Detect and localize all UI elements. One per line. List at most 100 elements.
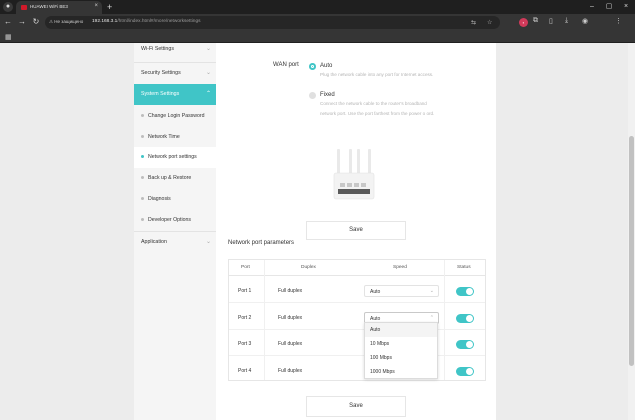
divider [444, 260, 445, 380]
column-header-port: Port [241, 265, 250, 270]
close-tab-icon[interactable]: × [94, 3, 98, 9]
downloads-icon[interactable]: ⤓ [565, 17, 568, 25]
sidebar-subitem-network-port-settings[interactable]: Network port settings [134, 147, 216, 168]
minimize-icon[interactable]: – [585, 1, 599, 13]
sidebar-subitem-label: Change Login Password [148, 113, 205, 119]
sidebar-subitem-label: Diagnosis [148, 196, 171, 202]
reload-icon[interactable]: ↻ [30, 16, 42, 28]
wan-auto-title: Auto [320, 63, 333, 69]
page-viewport: Wi-Fi Settings ⌄ Security Settings ⌄ Sys… [0, 43, 628, 420]
option-label: Auto [370, 327, 381, 333]
option-label: 1000 Mbps [370, 369, 395, 375]
speed-option-10[interactable]: 10 Mbps [365, 337, 437, 351]
browser-tab[interactable]: HUAWEI WiFi BE3 × [16, 1, 102, 14]
bookmark-star-icon[interactable]: ☆ [487, 19, 492, 26]
url-text[interactable]: 192.168.3.1/html/index.html#/more/networ… [92, 19, 201, 24]
bullet-icon [141, 155, 144, 158]
port-name: Port 3 [238, 341, 252, 347]
divider [229, 302, 485, 303]
sidebar-subitem-label: Back up & Restore [148, 175, 192, 181]
back-icon[interactable]: ← [2, 16, 14, 28]
sidebar-subitem-diagnosis[interactable]: Diagnosis [134, 189, 216, 210]
speed-dropdown-menu: Auto 10 Mbps 100 Mbps 1000 Mbps [364, 322, 438, 379]
browser-tab-bar: ● HUAWEI WiFi BE3 × + – ▢ × [0, 0, 635, 14]
duplex-value: Full duplex [278, 368, 303, 374]
toggle-knob [466, 288, 473, 295]
speed-select[interactable]: Auto ⌄ [364, 285, 439, 297]
chevron-down-icon: ⌄ [205, 46, 211, 52]
address-bar[interactable]: ⚠ Не защищено 192.168.3.1/html/index.htm… [45, 16, 500, 29]
toggle-knob [466, 368, 473, 375]
profile-icon[interactable]: ● [3, 2, 13, 12]
apps-grid-icon[interactable]: ▦ [5, 33, 12, 41]
sidebar-subitem-label: Network port settings [148, 154, 197, 160]
save-button[interactable]: Save [306, 221, 406, 240]
port-name: Port 4 [238, 368, 252, 374]
browser-toolbar: ← → ↻ ⚠ Не защищено 192.168.3.1/html/ind… [0, 14, 635, 31]
status-toggle[interactable] [456, 367, 474, 376]
port-parameters-table: Port Duplex Speed Status Port 1 Full dup… [228, 259, 486, 381]
not-secure-label[interactable]: ⚠ Не защищено [49, 19, 83, 25]
divider [229, 275, 485, 276]
sidebar-item-system-settings[interactable]: System Settings ⌃ [134, 84, 216, 105]
divider [264, 260, 265, 380]
divider [229, 329, 485, 330]
wan-auto-description: Plug the network cable into any port for… [320, 72, 434, 77]
sidebar-subitem-label: Developer Options [148, 217, 191, 223]
speed-option-auto[interactable]: Auto [365, 323, 437, 337]
translate-icon[interactable]: ⇆ [471, 19, 476, 26]
bullet-icon [141, 135, 144, 138]
chevron-up-icon: ⌃ [205, 91, 211, 97]
option-label: 10 Mbps [370, 341, 390, 347]
maximize-icon[interactable]: ▢ [602, 1, 616, 13]
tab-title: HUAWEI WiFi BE3 [30, 4, 68, 9]
toggle-knob [466, 315, 473, 322]
extensions-icon[interactable]: ⧉ [533, 17, 538, 25]
wan-auto-radio[interactable] [309, 63, 316, 70]
bullet-icon [141, 114, 144, 117]
window-close-icon[interactable]: × [619, 1, 633, 13]
bullet-icon [141, 176, 144, 179]
wan-fixed-description: Connect the network cable to the router'… [320, 101, 435, 116]
status-toggle[interactable] [456, 340, 474, 349]
wan-fixed-radio[interactable] [309, 92, 316, 99]
port-name: Port 1 [238, 288, 252, 294]
sidebar-item-label: Application [141, 239, 167, 245]
toggle-knob [466, 341, 473, 348]
column-header-duplex: Duplex [301, 265, 316, 270]
bullet-icon [141, 218, 144, 221]
chevron-down-icon: ⌄ [205, 70, 211, 76]
speed-select-value: Auto [370, 289, 381, 295]
huawei-favicon-icon [21, 5, 27, 10]
sidebar-item-label: Wi-Fi Settings [141, 46, 174, 52]
new-tab-icon[interactable]: + [107, 1, 112, 13]
port-name: Port 2 [238, 315, 252, 321]
speed-option-100[interactable]: 100 Mbps [365, 351, 437, 365]
option-label: 100 Mbps [370, 355, 392, 361]
wan-port-label: WAN port [273, 62, 299, 68]
sidebar-item-wifi-settings[interactable]: Wi-Fi Settings ⌄ [134, 43, 216, 60]
forward-icon[interactable]: → [16, 16, 28, 28]
sidebar-subitem-developer-options[interactable]: Developer Options [134, 210, 216, 231]
scrollbar-thumb[interactable] [629, 136, 634, 366]
column-header-speed: Speed [393, 265, 407, 270]
extension-badge-icon[interactable]: ▪ [519, 18, 528, 27]
main-content: WAN port Auto Plug the network cable int… [216, 43, 496, 420]
sidebar-subitem-backup-restore[interactable]: Back up & Restore [134, 168, 216, 189]
menu-icon[interactable]: ⋮ [615, 17, 622, 25]
account-icon[interactable]: ◉ [582, 17, 588, 25]
wan-fixed-title: Fixed [320, 92, 335, 98]
speed-option-1000[interactable]: 1000 Mbps [365, 365, 437, 379]
sidebar-icon[interactable]: ▯ [549, 17, 553, 25]
sidebar-item-application[interactable]: Application ⌄ [134, 232, 216, 253]
status-toggle[interactable] [456, 287, 474, 296]
sidebar-subitem-change-login-password[interactable]: Change Login Password [134, 106, 216, 127]
sidebar-item-security-settings[interactable]: Security Settings ⌄ [134, 63, 216, 84]
sidebar-subitem-label: Network Time [148, 134, 180, 140]
status-toggle[interactable] [456, 314, 474, 323]
duplex-value: Full duplex [278, 288, 303, 294]
page-scrollbar[interactable] [628, 43, 635, 420]
chevron-down-icon: ⌄ [205, 239, 211, 245]
save-button-bottom[interactable]: Save [306, 396, 406, 417]
sidebar-subitem-network-time[interactable]: Network Time [134, 127, 216, 148]
